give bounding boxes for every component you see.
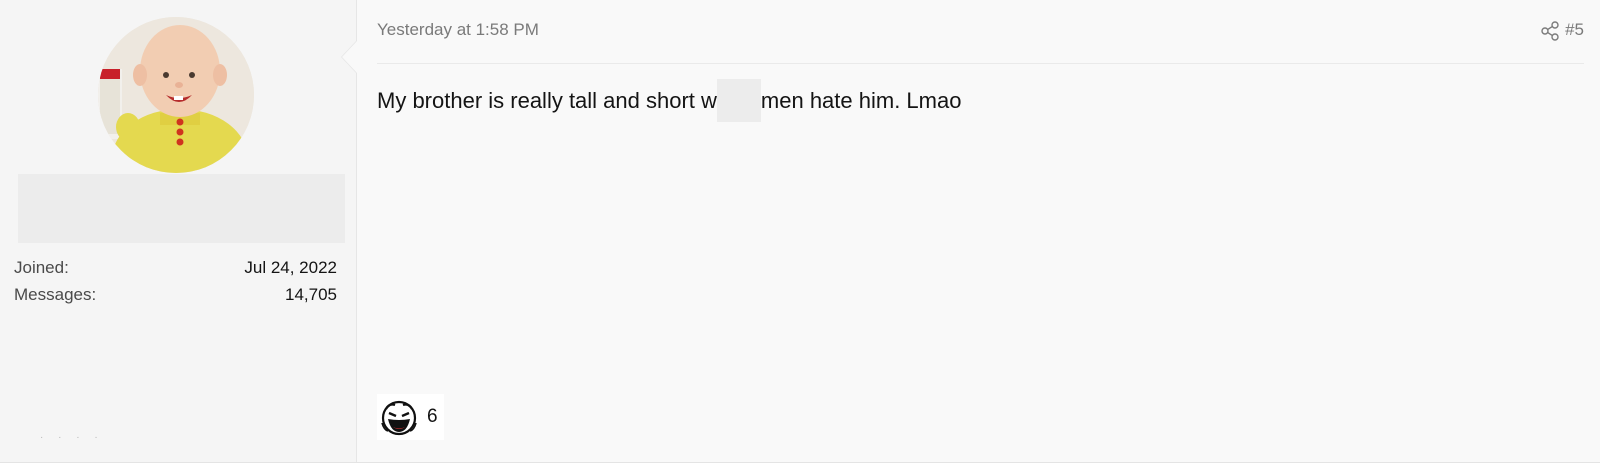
message-text-part: My brother is really tall and short w <box>377 88 717 113</box>
redacted-block <box>716 78 761 122</box>
post-message: My brother is really tall and short w men… <box>377 78 962 122</box>
reaction-count: 6 <box>427 406 438 427</box>
stat-label: Joined: <box>14 258 69 277</box>
stat-joined: Joined: Jul 24, 2022 <box>14 254 337 281</box>
message-text-part: men hate him. Lmao <box>760 88 962 113</box>
avatar-image <box>98 17 254 173</box>
stat-value: 14,705 <box>285 285 337 304</box>
stat-value: Jul 24, 2022 <box>244 258 337 277</box>
user-info-panel: Joined: Jul 24, 2022 Messages: 14,705 · … <box>0 0 357 462</box>
username-redacted <box>18 174 345 243</box>
forum-post: Joined: Jul 24, 2022 Messages: 14,705 · … <box>0 0 1600 463</box>
post-number-link[interactable]: #5 <box>1565 20 1584 40</box>
laughing-face-icon <box>379 397 419 437</box>
stat-label: Messages: <box>14 285 97 304</box>
post-main: Yesterday at 1:58 PM #5 My brother is re… <box>357 0 1600 462</box>
post-pointer-arrow-inner <box>342 41 357 73</box>
avatar[interactable] <box>98 17 254 173</box>
user-stats: Joined: Jul 24, 2022 Messages: 14,705 <box>14 254 337 308</box>
faded-text-remnant: · · · · <box>40 432 104 443</box>
stat-messages: Messages: 14,705 <box>14 281 337 308</box>
share-icon[interactable] <box>1539 20 1561 42</box>
post-header: Yesterday at 1:58 PM #5 <box>377 0 1584 64</box>
reactions-bar[interactable]: 6 <box>377 394 444 440</box>
post-timestamp[interactable]: Yesterday at 1:58 PM <box>377 20 539 40</box>
